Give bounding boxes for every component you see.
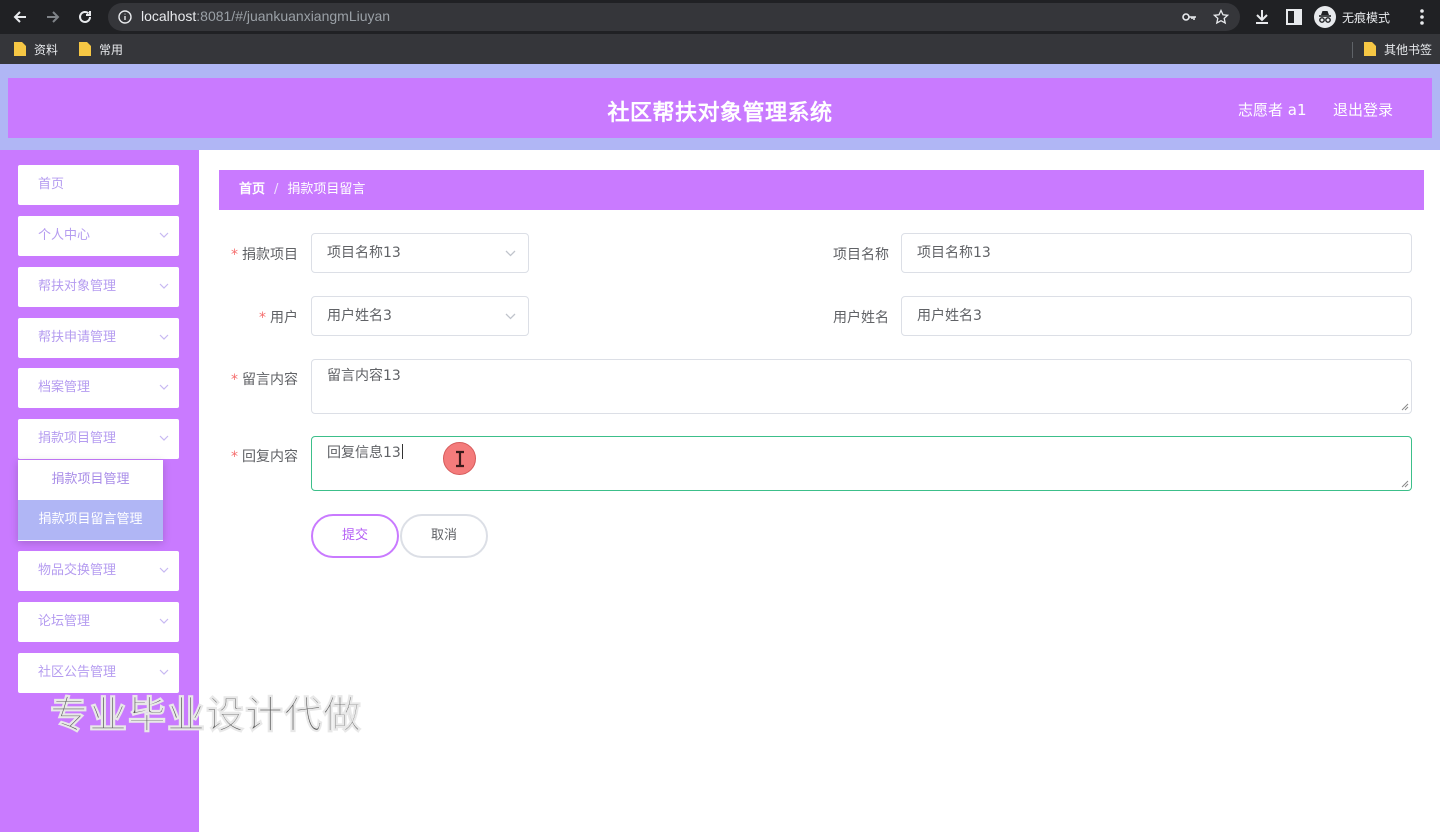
bookmark-folder-1[interactable]: 资料 xyxy=(14,41,58,57)
address-bar[interactable]: localhost:8081/#/juankuanxiangmLiuyan xyxy=(108,3,1240,31)
submenu-item-donation-projects[interactable]: 捐款项目管理 xyxy=(18,460,163,500)
project-label: * 捐款项目 xyxy=(208,244,298,264)
user-label-text: 用户 xyxy=(270,310,298,326)
sidebar-item-aid-targets[interactable]: 帮扶对象管理 xyxy=(18,267,179,307)
sidebar-item-aid-applications[interactable]: 帮扶申请管理 xyxy=(18,318,179,358)
info-icon[interactable] xyxy=(118,10,132,24)
sidebar-item-home[interactable]: 首页 xyxy=(18,165,179,205)
resize-handle-icon[interactable] xyxy=(1401,480,1409,488)
username-input[interactable]: 用户姓名3 xyxy=(901,296,1412,336)
sidebar-item-label: 个人中心 xyxy=(38,228,91,243)
required-mark: * xyxy=(231,449,238,465)
sidebar-item-forum[interactable]: 论坛管理 xyxy=(18,602,179,642)
url-host: localhost xyxy=(141,8,197,24)
sidebar-item-label: 首页 xyxy=(38,177,65,192)
incognito-badge[interactable]: 无痕模式 xyxy=(1314,5,1390,29)
sidebar-item-label: 物品交换管理 xyxy=(38,563,117,578)
chevron-down-icon xyxy=(159,283,169,289)
reply-label: * 回复内容 xyxy=(208,446,298,466)
message-textarea[interactable]: 留言内容13 xyxy=(311,359,1412,414)
bookmark-label: 常用 xyxy=(99,42,124,57)
breadcrumb-home[interactable]: 首页 xyxy=(239,182,265,197)
url-path: :8081/#/juankuanxiangmLiuyan xyxy=(196,8,391,24)
sidebar-item-label: 帮扶对象管理 xyxy=(38,279,117,294)
sidebar-item-donation-projects[interactable]: 捐款项目管理 xyxy=(18,419,179,459)
message-textarea-value: 留言内容13 xyxy=(327,368,401,384)
user-select-value: 用户姓名3 xyxy=(327,308,392,324)
bookmarks-bar: 资料 常用 其他书签 xyxy=(0,34,1440,64)
other-bookmarks-label: 其他书签 xyxy=(1384,42,1433,57)
user-select[interactable]: 用户姓名3 xyxy=(311,296,529,336)
sidebar-item-personal[interactable]: 个人中心 xyxy=(18,216,179,256)
chevron-down-icon xyxy=(159,232,169,238)
resize-handle-icon[interactable] xyxy=(1401,403,1409,411)
chevron-down-icon xyxy=(159,567,169,573)
chevron-down-icon xyxy=(505,250,516,257)
project-label-text: 捐款项目 xyxy=(242,247,298,263)
breadcrumb: 首页 / 捐款项目留言 xyxy=(219,170,1424,210)
star-icon[interactable] xyxy=(1213,9,1229,25)
chevron-down-icon xyxy=(159,669,169,675)
chevron-down-icon xyxy=(159,618,169,624)
submit-button[interactable]: 提交 xyxy=(311,514,399,558)
folder-icon xyxy=(79,42,91,56)
sidebar-item-archives[interactable]: 档案管理 xyxy=(18,368,179,408)
logout-link[interactable]: 退出登录 xyxy=(1333,99,1393,120)
browser-toolbar: localhost:8081/#/juankuanxiangmLiuyan 无痕… xyxy=(0,0,1440,34)
chevron-down-icon xyxy=(159,435,169,441)
chevron-down-icon xyxy=(159,384,169,390)
sidebar-item-label: 捐款项目管理 xyxy=(38,431,117,446)
user-label: * 用户 xyxy=(208,307,298,327)
project-name-input[interactable]: 项目名称13 xyxy=(901,233,1412,273)
project-select-value: 项目名称13 xyxy=(327,245,401,261)
incognito-icon xyxy=(1314,6,1336,28)
text-cursor-icon xyxy=(443,442,476,475)
side-panel-icon[interactable] xyxy=(1284,7,1304,27)
sidebar-item-label: 论坛管理 xyxy=(38,614,91,629)
breadcrumb-separator: / xyxy=(274,182,279,197)
incognito-label: 无痕模式 xyxy=(1342,10,1391,25)
cancel-button[interactable]: 取消 xyxy=(400,514,488,558)
reply-textarea[interactable]: 回复信息13 xyxy=(311,436,1412,491)
required-mark: * xyxy=(231,247,238,263)
chevron-down-icon xyxy=(505,313,516,320)
reply-label-text: 回复内容 xyxy=(242,449,298,465)
folder-icon xyxy=(14,42,26,56)
forward-icon[interactable] xyxy=(41,5,65,29)
bookmark-label: 资料 xyxy=(34,42,59,57)
key-icon[interactable] xyxy=(1181,9,1197,25)
message-label-text: 留言内容 xyxy=(242,372,298,388)
project-name-label: 项目名称 xyxy=(833,247,889,263)
current-user: 志愿者 a1 xyxy=(1238,101,1307,119)
sidebar-item-label: 帮扶申请管理 xyxy=(38,330,117,345)
breadcrumb-current: 捐款项目留言 xyxy=(287,182,366,197)
app-title: 社区帮扶对象管理系统 xyxy=(607,101,833,126)
username-label: 用户姓名 xyxy=(833,310,889,326)
folder-icon xyxy=(1364,42,1376,56)
menu-kebab-icon[interactable] xyxy=(1412,7,1432,27)
bookmark-separator xyxy=(1352,42,1353,58)
back-icon[interactable] xyxy=(8,5,32,29)
required-mark: * xyxy=(259,310,266,326)
reply-textarea-value: 回复信息13 xyxy=(327,445,401,461)
watermark-text: 专业毕业设计代做 xyxy=(49,693,363,738)
reload-icon[interactable] xyxy=(73,5,97,29)
text-caret xyxy=(401,444,403,459)
url-text: localhost:8081/#/juankuanxiangmLiuyan xyxy=(141,8,390,24)
sidebar-item-label: 档案管理 xyxy=(38,380,91,395)
sidebar-item-label: 社区公告管理 xyxy=(38,665,117,680)
download-icon[interactable] xyxy=(1252,7,1272,27)
other-bookmarks[interactable]: 其他书签 xyxy=(1364,41,1432,57)
bookmark-folder-2[interactable]: 常用 xyxy=(79,41,123,57)
chevron-down-icon xyxy=(159,334,169,340)
app-header: 社区帮扶对象管理系统 志愿者 a1 退出登录 xyxy=(8,78,1432,138)
project-select[interactable]: 项目名称13 xyxy=(311,233,529,273)
required-mark: * xyxy=(231,372,238,388)
message-label: * 留言内容 xyxy=(208,369,298,389)
submenu-donation: 捐款项目管理 捐款项目留言管理 xyxy=(18,460,163,541)
submenu-item-donation-messages[interactable]: 捐款项目留言管理 xyxy=(18,500,163,540)
sidebar-item-item-exchange[interactable]: 物品交换管理 xyxy=(18,551,179,591)
